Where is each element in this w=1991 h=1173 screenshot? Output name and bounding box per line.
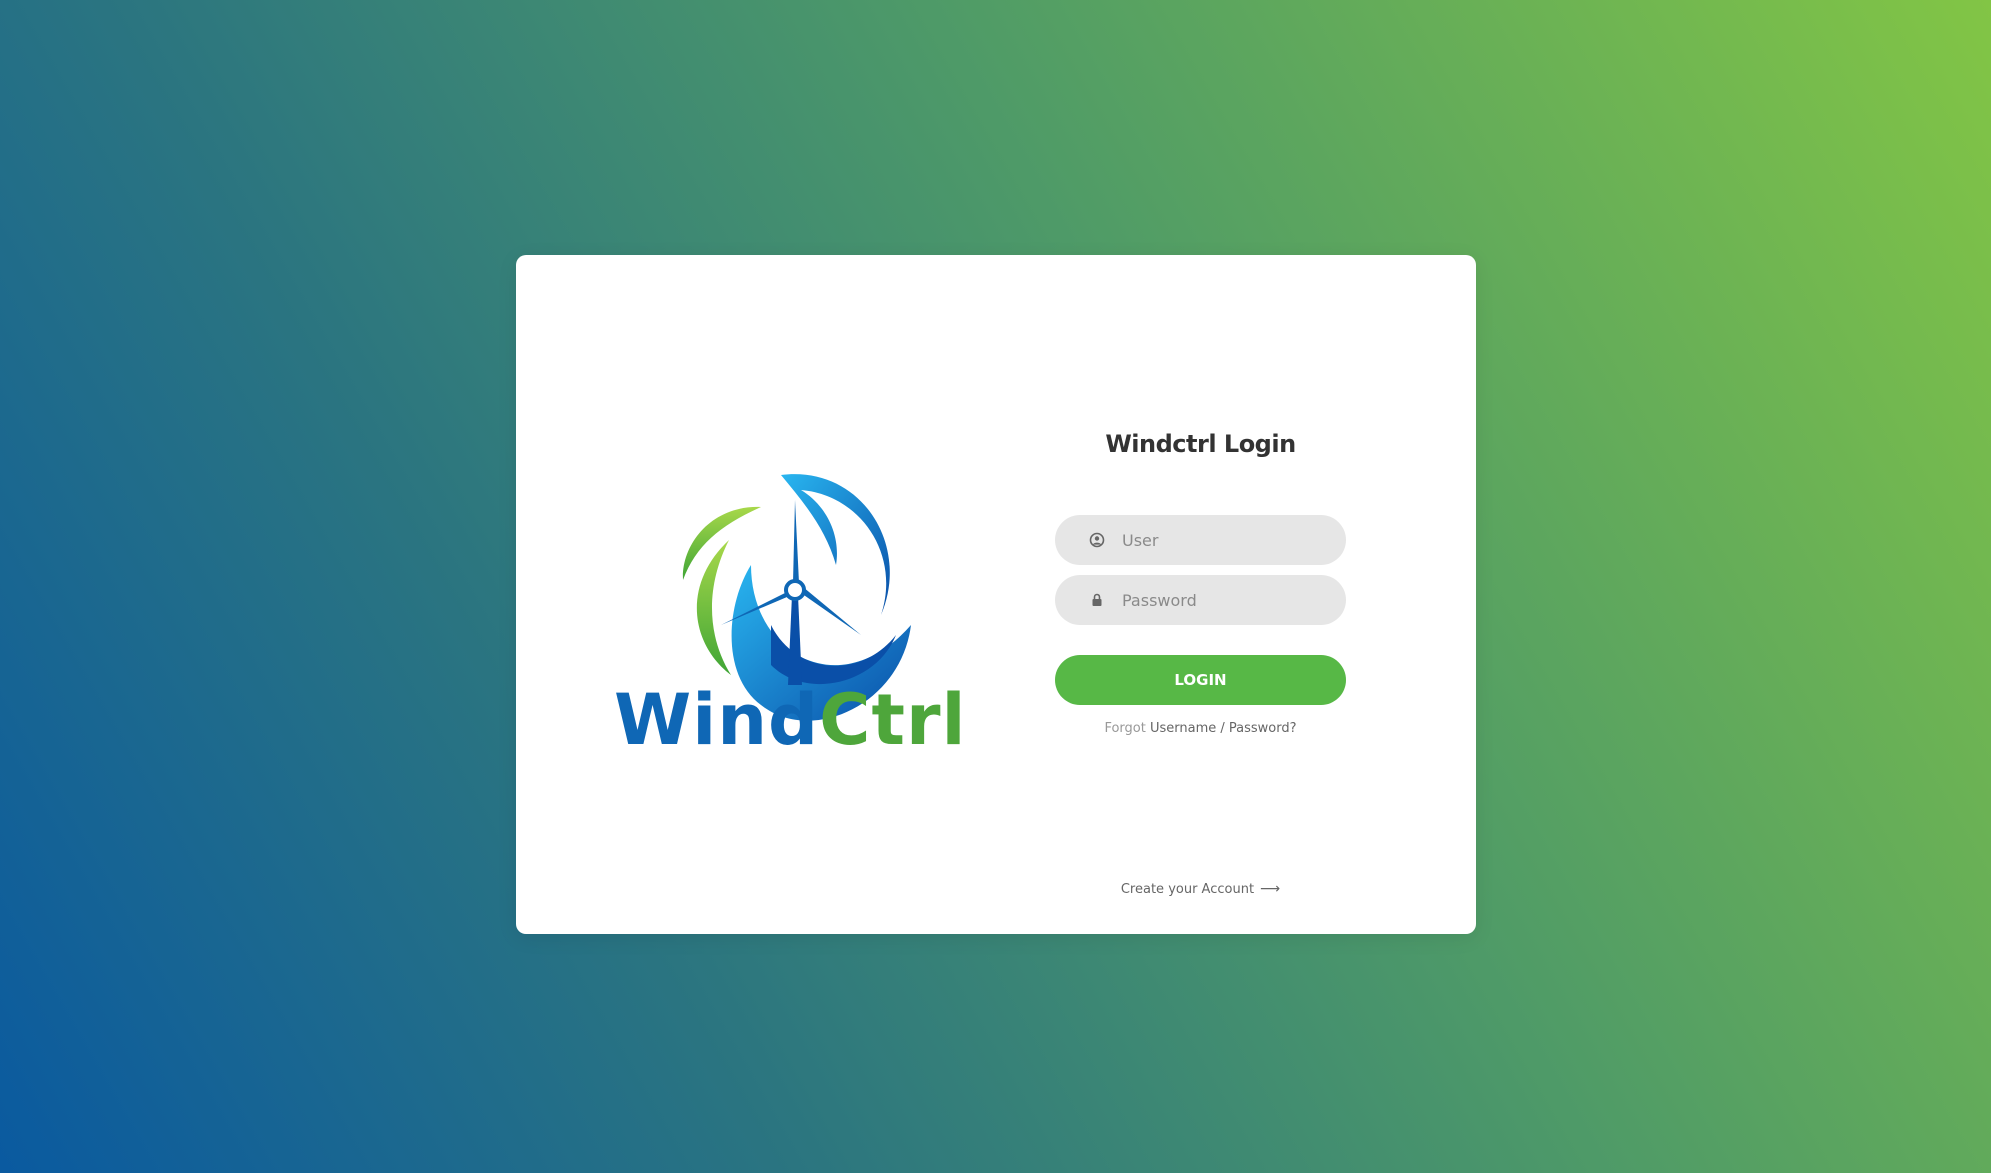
user-field[interactable]: [1055, 515, 1346, 565]
user-icon: [1089, 532, 1105, 548]
create-account-label: Create your Account: [1120, 882, 1255, 897]
logo-wordmark: WindCtrl: [614, 685, 967, 755]
forgot-link[interactable]: Username / Password?: [1150, 721, 1297, 736]
login-title: Windctrl Login: [1105, 430, 1296, 458]
create-account: Create your Account ⟶: [1055, 881, 1346, 897]
login-button[interactable]: LOGIN: [1055, 655, 1346, 705]
logo-wordmark-wind: Wind: [614, 679, 820, 761]
login-card: WindCtrl Windctrl Login LOGIN: [516, 255, 1476, 934]
logo-wordmark-ctrl: Ctrl: [819, 679, 967, 761]
arrow-right-icon: ⟶: [1260, 881, 1281, 897]
forgot-prefix: Forgot: [1104, 721, 1146, 736]
password-input[interactable]: [1122, 575, 1322, 625]
forgot-credentials: Forgot Username / Password?: [1055, 721, 1346, 736]
user-input[interactable]: [1122, 515, 1322, 565]
create-account-link[interactable]: Create your Account ⟶: [1120, 881, 1281, 897]
lock-icon: [1089, 592, 1105, 608]
password-field[interactable]: [1055, 575, 1346, 625]
